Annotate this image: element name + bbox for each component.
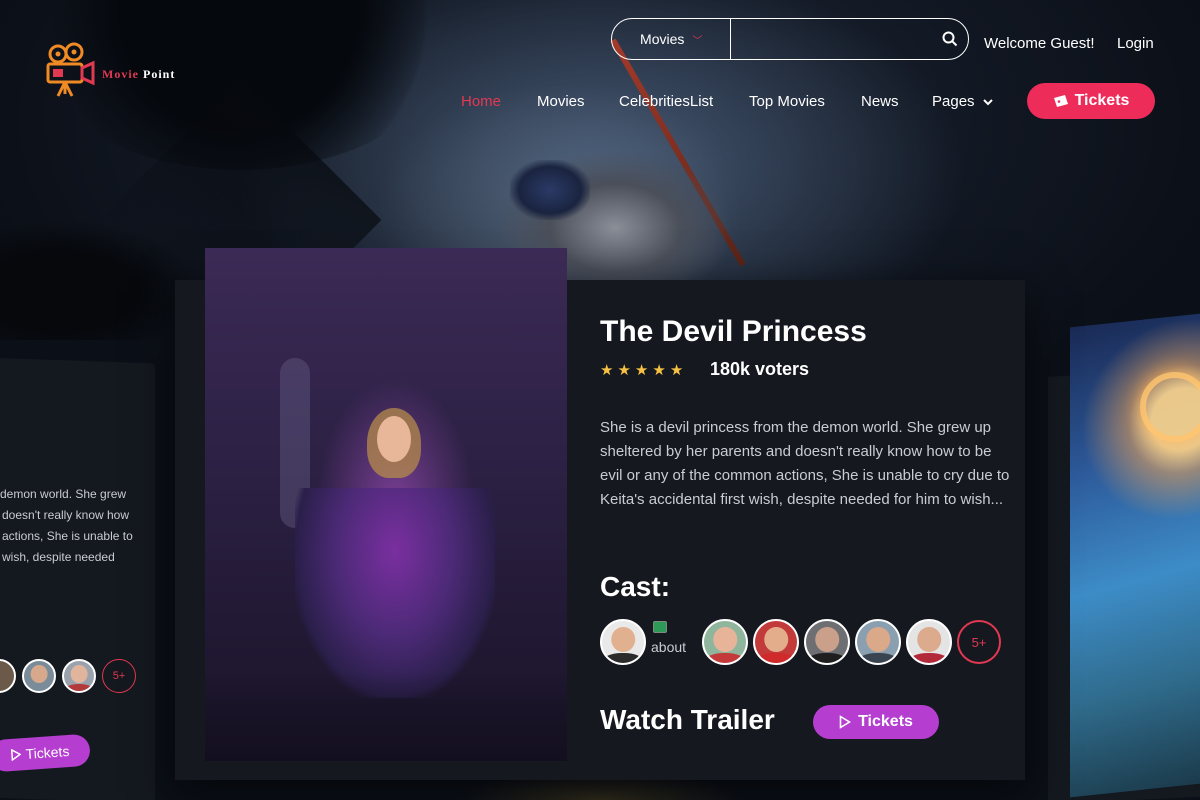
prev-tickets-label: Tickets	[25, 742, 70, 762]
prev-desc-line: actions, She is unable to	[2, 529, 133, 543]
cast-avatar[interactable]	[600, 619, 646, 665]
star-icon: ★	[634, 362, 649, 379]
voters-count: 180k voters	[710, 359, 810, 379]
carousel-card-prev-cast: 5+	[0, 659, 136, 693]
prev-desc-line: doesn't really know how	[2, 508, 130, 522]
more-cast-badge[interactable]: 5+	[957, 620, 1001, 664]
star-icon: ★	[669, 362, 684, 379]
carousel-card-prev[interactable]	[0, 356, 155, 800]
nav-pages-label: Pages	[932, 93, 975, 110]
nav-home[interactable]: Home	[461, 93, 501, 110]
nav-pages[interactable]: Pages	[932, 93, 993, 110]
trailer-tickets-button[interactable]: Tickets	[813, 705, 939, 739]
cast-avatar[interactable]	[906, 619, 952, 665]
ticket-icon	[1053, 95, 1068, 107]
more-cast-badge[interactable]: 5+	[102, 659, 136, 693]
tickets-button-label: Tickets	[1074, 92, 1130, 109]
prev-desc-line: demon world. She grew	[0, 487, 127, 501]
star-rating: ★ ★ ★ ★ ★	[600, 361, 683, 379]
search-icon	[942, 31, 958, 47]
search-category-select[interactable]: Movies ﹀	[612, 19, 732, 59]
background-spiked-crown	[510, 160, 590, 220]
broken-image-icon	[653, 621, 667, 633]
tickets-button[interactable]: Tickets	[1027, 83, 1155, 119]
main-nav: Home Movies CelebritiesList Top Movies N…	[0, 93, 1200, 113]
cast-avatar[interactable]	[804, 619, 850, 665]
star-icon: ★	[652, 362, 666, 379]
chevron-down-icon: ﹀	[692, 35, 703, 47]
broken-image-alt: about	[651, 639, 687, 655]
trailer-button-label: Tickets	[858, 713, 913, 730]
brand-word-2: Point	[143, 66, 176, 81]
cast-list: about 5+	[600, 619, 1001, 665]
star-icon: ★	[617, 362, 631, 379]
search-bar: Movies ﹀	[611, 18, 969, 60]
play-icon	[839, 715, 852, 729]
poster-ground	[205, 671, 567, 761]
brand-word-1: Movie	[102, 66, 139, 81]
nav-news[interactable]: News	[861, 93, 899, 110]
background-feathers	[0, 220, 200, 340]
search-button[interactable]	[932, 19, 968, 59]
brand-logo[interactable]: Movie Point	[44, 42, 175, 98]
nav-celebrities[interactable]: CelebritiesList	[619, 93, 713, 110]
movie-description: She is a devil princess from the demon w…	[600, 419, 1010, 508]
movie-poster[interactable]	[205, 248, 567, 761]
welcome-text: Welcome Guest!	[984, 35, 1095, 52]
poster-dress	[295, 488, 495, 698]
cast-avatar[interactable]	[22, 659, 56, 693]
cast-avatar[interactable]	[0, 659, 16, 693]
watch-trailer-heading: Watch Trailer	[600, 704, 775, 735]
movie-camera-icon	[44, 42, 96, 98]
cast-avatar[interactable]	[855, 619, 901, 665]
carousel-card-prev-description: demon world. She grew doesn't really kno…	[0, 484, 140, 568]
cast-avatar[interactable]	[702, 619, 748, 665]
poster-face	[377, 416, 411, 462]
cast-avatar-broken-image[interactable]: about	[651, 619, 697, 665]
prev-desc-line: wish, despite needed	[2, 550, 115, 564]
nav-movies[interactable]: Movies	[537, 93, 585, 110]
login-link[interactable]: Login	[1117, 35, 1154, 52]
nav-top-movies[interactable]: Top Movies	[749, 93, 825, 110]
brand-name: Movie Point	[102, 67, 175, 82]
cast-avatar[interactable]	[62, 659, 96, 693]
cast-avatar[interactable]	[753, 619, 799, 665]
search-category-label: Movies	[640, 31, 685, 47]
cast-heading: Cast:	[600, 571, 671, 602]
movie-title: The Devil Princess	[600, 315, 867, 348]
search-input[interactable]	[731, 19, 933, 59]
play-icon	[10, 748, 22, 762]
star-icon: ★	[600, 362, 614, 379]
chevron-down-icon	[983, 99, 993, 106]
